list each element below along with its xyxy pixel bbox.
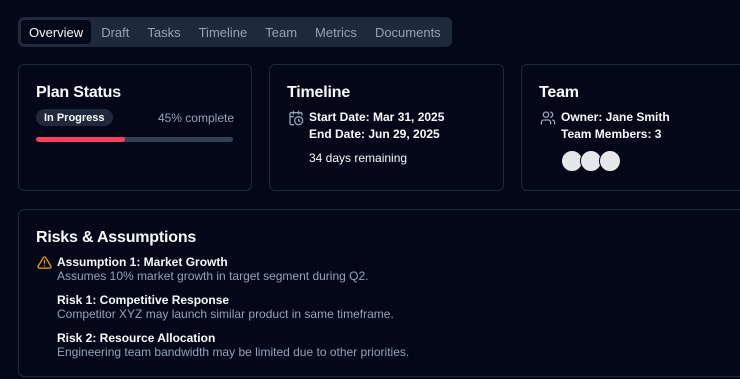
timeline-title: Timeline: [287, 84, 351, 101]
progress-bar-fill: [36, 137, 125, 142]
timeline-card: Timeline Start Date: Mar 31, 2025 End Da…: [269, 64, 504, 191]
progress-bar: [36, 137, 233, 142]
avatar-group: [561, 150, 621, 172]
status-badge: In Progress: [36, 109, 113, 126]
tab-draft[interactable]: Draft: [93, 20, 137, 44]
tab-list: Overview Draft Tasks Timeline Team Metri…: [18, 17, 452, 47]
end-date: End Date: Jun 29, 2025: [309, 127, 440, 141]
team-title: Team: [539, 84, 579, 101]
avatar[interactable]: [599, 150, 621, 172]
tab-tasks[interactable]: Tasks: [139, 20, 188, 44]
plan-status-title: Plan Status: [36, 84, 121, 101]
risk-item-description: Engineering team bandwidth may be limite…: [57, 345, 410, 359]
team-owner: Owner: Jane Smith: [561, 110, 670, 124]
tab-metrics[interactable]: Metrics: [307, 20, 365, 44]
days-remaining: 34 days remaining: [309, 151, 408, 165]
team-card: Team Owner: Jane Smith Team Members: 3: [521, 64, 740, 191]
plan-status-card: Plan Status In Progress 45% complete: [18, 64, 252, 191]
tab-team[interactable]: Team: [257, 20, 305, 44]
risk-item-title: Assumption 1: Market Growth: [57, 255, 228, 269]
start-date: Start Date: Mar 31, 2025: [309, 110, 445, 124]
team-members-count: Team Members: 3: [561, 127, 662, 141]
risks-title: Risks & Assumptions: [36, 229, 197, 246]
users-icon: [540, 110, 556, 131]
tab-documents[interactable]: Documents: [367, 20, 449, 44]
warning-triangle-icon: [37, 255, 52, 275]
tab-timeline[interactable]: Timeline: [191, 20, 256, 44]
risk-item-title: Risk 2: Resource Allocation: [57, 331, 216, 345]
calendar-clock-icon: [288, 110, 304, 131]
tab-overview[interactable]: Overview: [21, 20, 92, 44]
progress-percent-label: 45% complete: [157, 111, 234, 125]
risk-item-description: Competitor XYZ may launch similar produc…: [57, 307, 394, 321]
risk-item-title: Risk 1: Competitive Response: [57, 293, 230, 307]
risks-assumptions-card: Risks & Assumptions Assumption 1: Market…: [18, 209, 740, 377]
risk-item-description: Assumes 10% market growth in target segm…: [57, 269, 369, 283]
